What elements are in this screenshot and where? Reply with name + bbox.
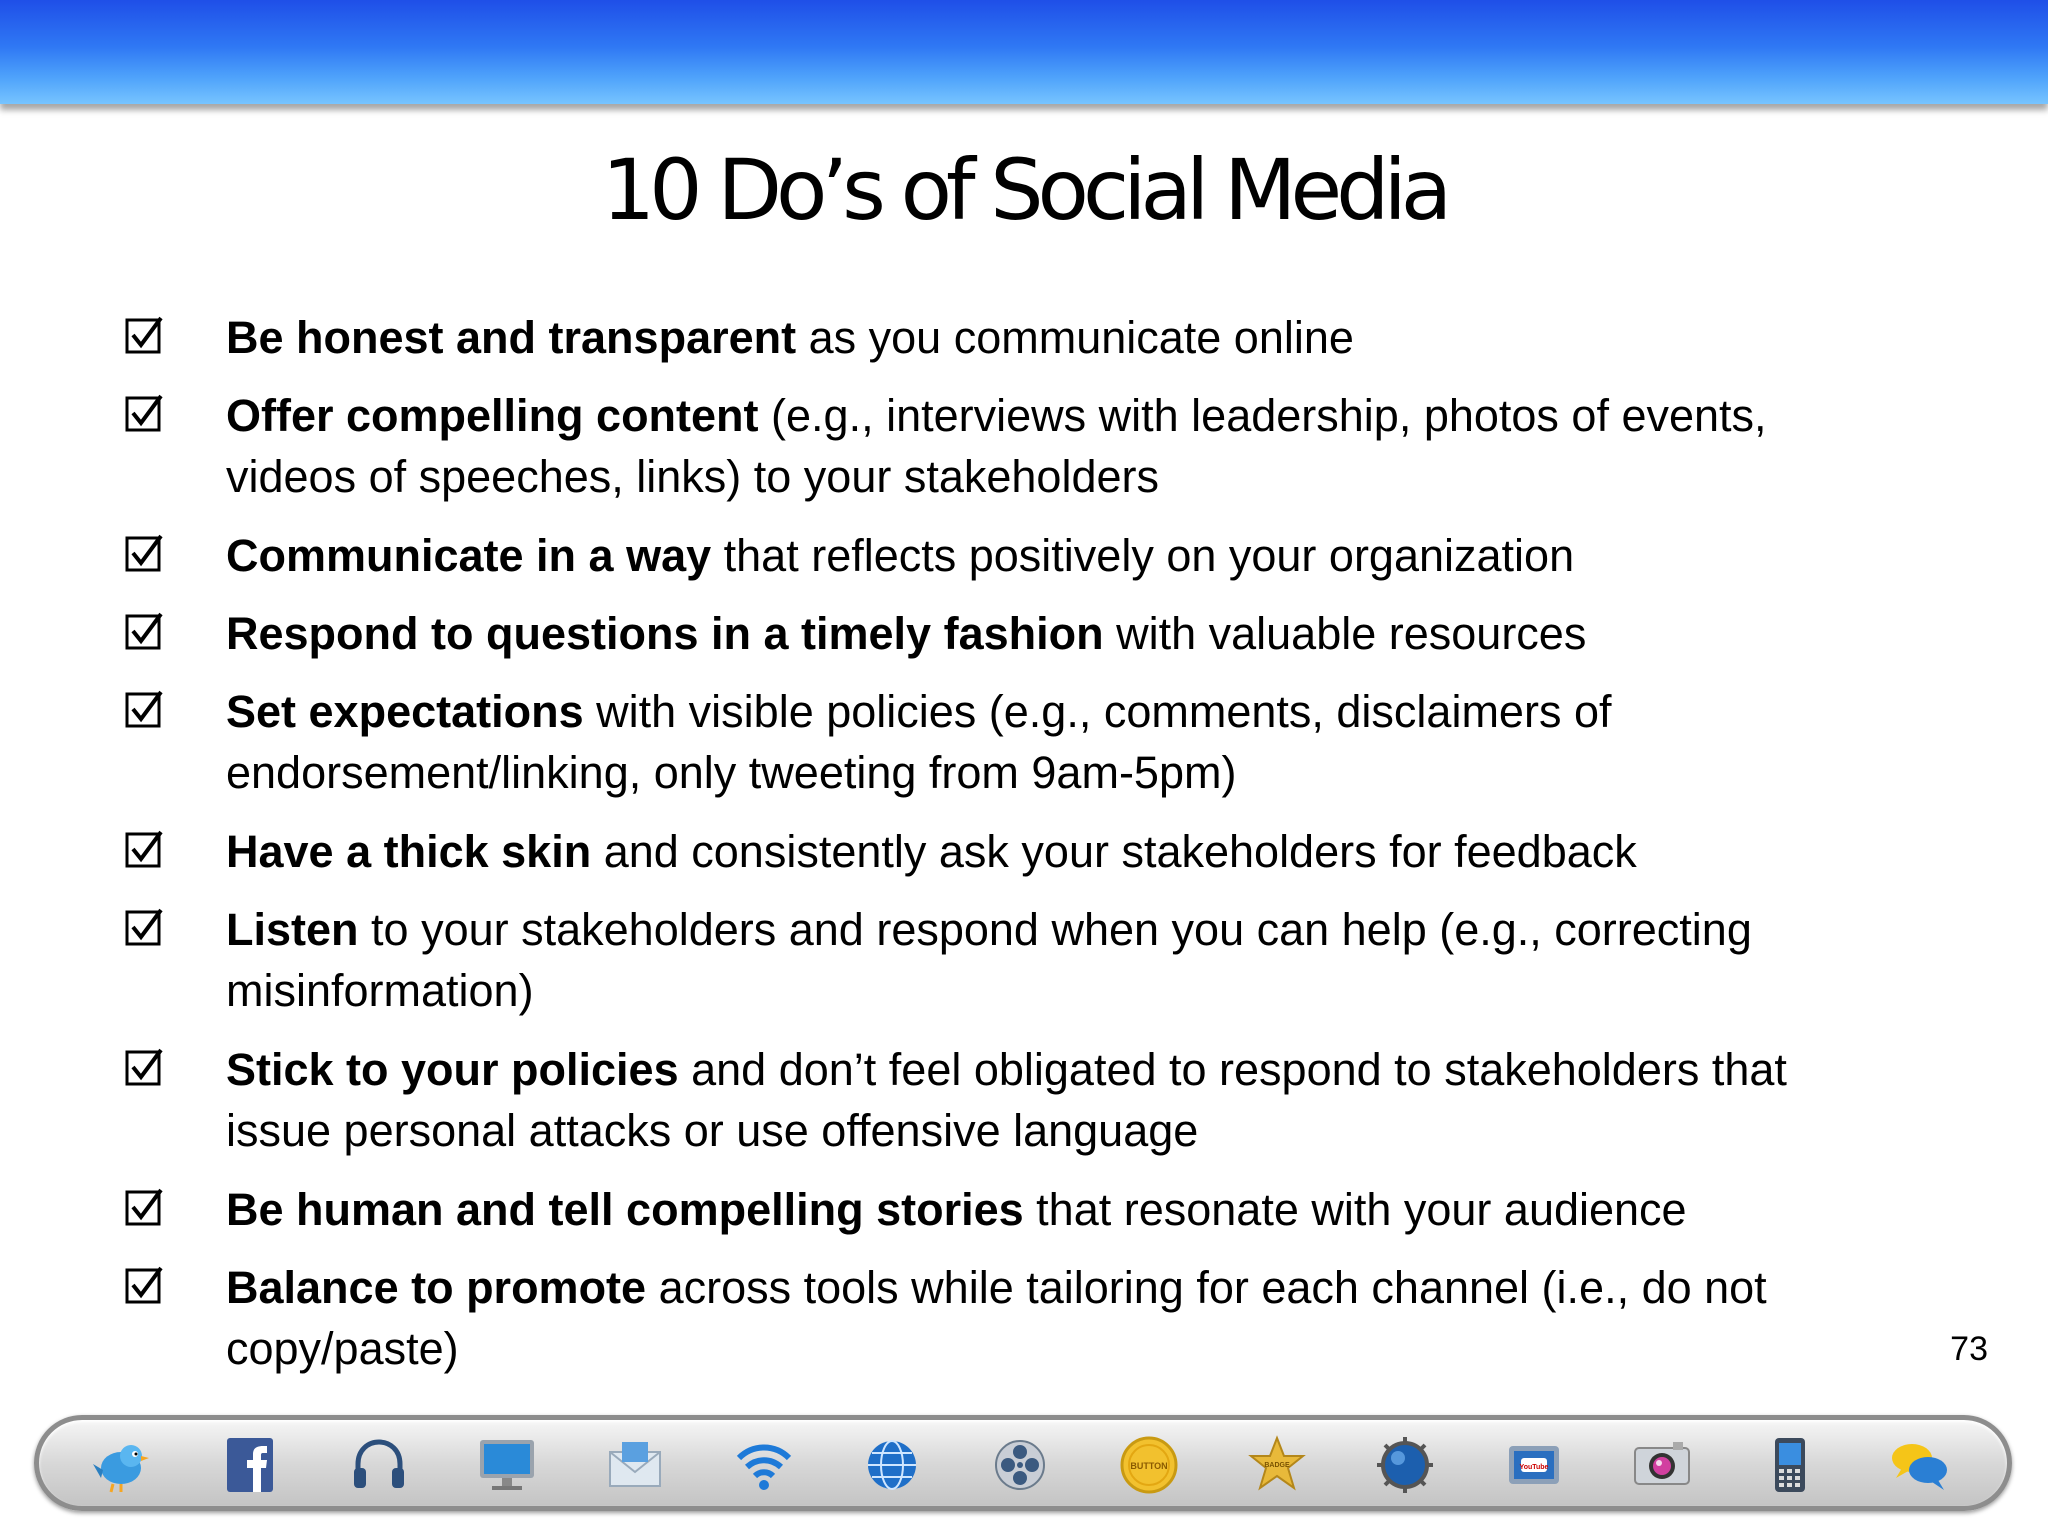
list-item-bold: Stick to your policies — [226, 1044, 679, 1095]
checkbox-icon — [125, 316, 163, 354]
star-badge-text: BADGE — [1264, 1462, 1290, 1469]
list-item-text: Be human and tell compelling stories tha… — [226, 1179, 1866, 1240]
list-item-rest: that reflects positively on your organiz… — [711, 530, 1575, 581]
list-item-bold: Have a thick skin — [226, 826, 592, 877]
list-item-bold: Offer compelling content — [226, 390, 759, 441]
list-item-bold: Respond to questions in a timely fashion — [226, 608, 1104, 659]
list-item-bold: Be honest and transparent — [226, 312, 797, 363]
list-item-rest: as you communicate online — [796, 312, 1354, 363]
list-item-text: Set expectations with visible policies (… — [226, 681, 1866, 803]
list-item-bold: Listen — [226, 904, 359, 955]
icon-dock: BUTTON BADGE YouTube — [34, 1415, 2012, 1511]
slide-title: 10 Do’s of Social Media — [601, 141, 1453, 239]
checkbox-icon — [125, 690, 163, 728]
list-item-text: Stick to your policies and don’t feel ob… — [226, 1039, 1866, 1161]
list-item-rest: and consistently ask your stakeholders f… — [591, 826, 1637, 877]
film-reel-icon[interactable] — [989, 1434, 1051, 1496]
chat-bubbles-icon[interactable] — [1888, 1434, 1950, 1496]
list-item-bold: Be human and tell compelling stories — [226, 1184, 1024, 1235]
list-item-rest: with valuable resources — [1103, 608, 1587, 659]
list-item-text: Balance to promote across tools while ta… — [226, 1257, 1866, 1379]
checkbox-icon — [125, 908, 163, 946]
button-badge-icon[interactable]: BUTTON — [1118, 1434, 1180, 1496]
top-banner — [0, 0, 2048, 104]
list-item-text: Have a thick skin and consistently ask y… — [226, 821, 1866, 882]
checkbox-icon — [125, 1266, 163, 1304]
mail-icon[interactable] — [604, 1434, 666, 1496]
mobile-phone-icon[interactable] — [1759, 1434, 1821, 1496]
checkbox-icon — [125, 1188, 163, 1226]
wifi-icon[interactable] — [733, 1434, 795, 1496]
headphones-icon[interactable] — [348, 1434, 410, 1496]
camera-icon[interactable] — [1631, 1434, 1693, 1496]
list-item-text: Be honest and transparent as you communi… — [226, 307, 1866, 368]
monitor-icon[interactable] — [476, 1434, 538, 1496]
list-item-text: Respond to questions in a timely fashion… — [226, 603, 1866, 664]
button-badge-text: BUTTON — [1130, 1461, 1167, 1471]
list-item-bold: Balance to promote — [226, 1262, 647, 1313]
tv-text: YouTube — [1520, 1464, 1549, 1471]
checkbox-icon — [125, 394, 163, 432]
list-item-bold: Set expectations — [226, 686, 584, 737]
sheriff-badge-icon[interactable]: BADGE — [1246, 1434, 1308, 1496]
checkbox-icon — [125, 1048, 163, 1086]
list-item-rest: to your stakeholders and respond when yo… — [226, 904, 1752, 1016]
checkbox-icon — [125, 612, 163, 650]
sphere-icon[interactable] — [1374, 1434, 1436, 1496]
bird-icon[interactable] — [91, 1434, 153, 1496]
checkbox-icon — [125, 830, 163, 868]
youtube-tv-icon[interactable]: YouTube — [1503, 1434, 1565, 1496]
list-item-text: Offer compelling content (e.g., intervie… — [226, 385, 1866, 507]
list-item-bold: Communicate in a way — [226, 530, 712, 581]
globe-icon[interactable] — [861, 1434, 923, 1496]
checkbox-icon — [125, 534, 163, 572]
list-item-text: Communicate in a way that reflects posit… — [226, 525, 1866, 586]
list-item-text: Listen to your stakeholders and respond … — [226, 899, 1866, 1021]
list-item-rest: that resonate with your audience — [1023, 1184, 1687, 1235]
page-number: 73 — [1950, 1330, 1988, 1368]
facebook-icon[interactable] — [219, 1434, 281, 1496]
